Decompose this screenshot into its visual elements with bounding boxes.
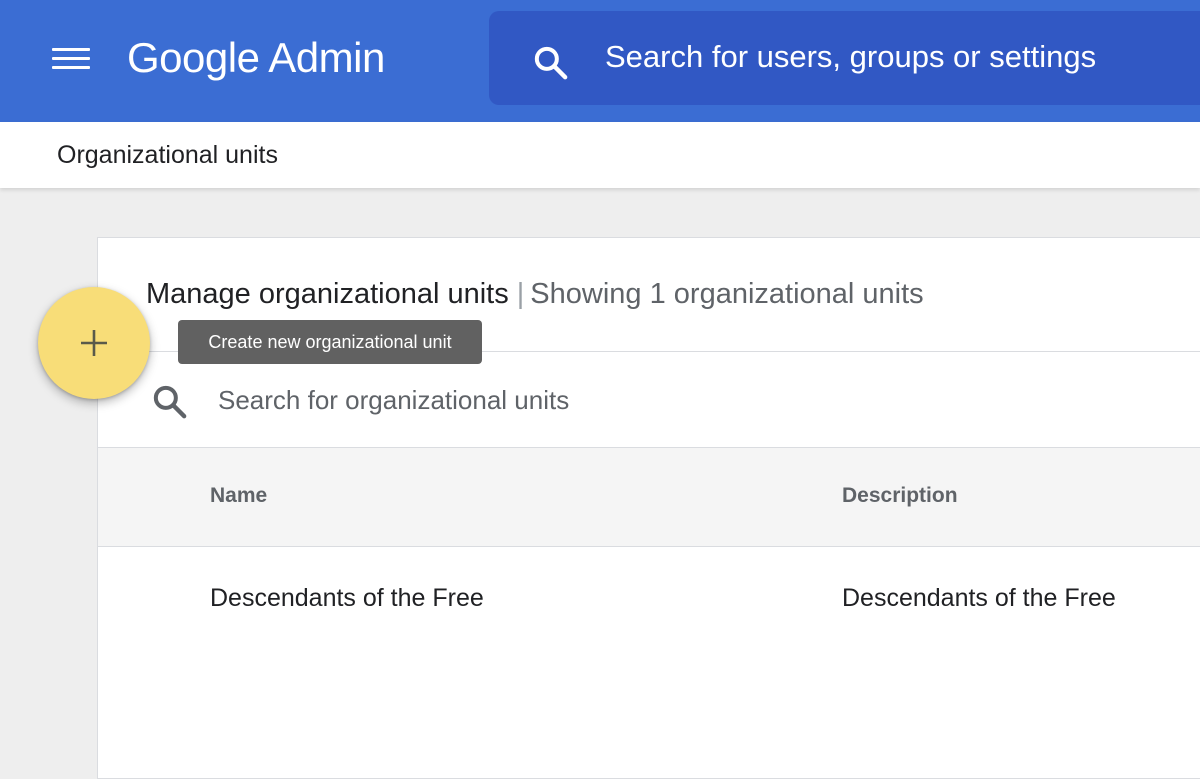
org-units-card: Manage organizational units | Showing 1 or… [97, 237, 1200, 779]
global-search-bar[interactable]: Search for users, groups or settings [489, 11, 1200, 105]
menu-icon-line [52, 66, 90, 69]
app-logo[interactable]: Google Admin [127, 30, 385, 86]
plus-icon [81, 330, 107, 356]
search-icon [153, 385, 187, 419]
global-search-input[interactable]: Search for users, groups or settings [605, 39, 1096, 75]
product-name: Admin [268, 34, 385, 81]
fab-tooltip: Create new organizational unit [178, 320, 482, 364]
unit-description-cell: Descendants of the Free [842, 584, 1116, 612]
menu-icon-line [52, 57, 90, 60]
unit-name-cell[interactable]: Descendants of the Free [210, 584, 484, 613]
card-title-text: Manage organizational units [146, 278, 509, 310]
table-header: Name Description [98, 447, 1200, 547]
unit-count-text: Showing 1 organizational units [530, 278, 924, 310]
breadcrumb-bar: Organizational units [0, 122, 1200, 188]
search-icon [534, 46, 568, 80]
card-title: Manage organizational units | Showing 1 or… [146, 276, 924, 312]
create-org-unit-button[interactable] [38, 287, 150, 399]
title-separator: | [516, 278, 525, 310]
page-title: Organizational units [57, 141, 278, 169]
table-row[interactable]: Descendants of the Free Descendants of t… [98, 546, 1200, 644]
main-menu-button[interactable] [52, 44, 92, 74]
brand-name: Google [127, 34, 260, 81]
column-header-description[interactable]: Description [842, 484, 958, 508]
menu-icon-line [52, 48, 90, 51]
unit-search-input[interactable]: Search for organizational units [218, 384, 569, 416]
column-header-name[interactable]: Name [210, 484, 267, 508]
top-app-bar: Google Admin Search for users, groups or… [0, 0, 1200, 122]
